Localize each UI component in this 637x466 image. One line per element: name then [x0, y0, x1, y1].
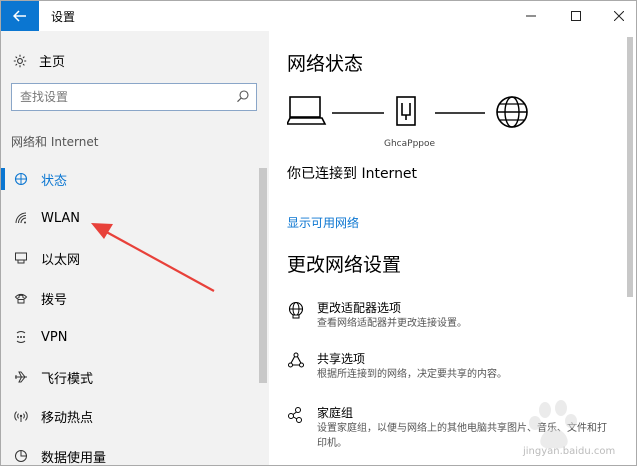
- minimize-icon: [526, 15, 536, 17]
- nav-scrollbar-thumb[interactable]: [259, 168, 267, 383]
- nav-pane: 主页 网络和 Internet 状态 WLAN 以太网 拨号: [1, 31, 269, 466]
- sidebar-item-data-usage[interactable]: 数据使用量: [1, 438, 257, 466]
- window-title: 设置: [51, 10, 76, 24]
- content-scrollbar-thumb[interactable]: [627, 37, 633, 297]
- sidebar-item-label: 状态: [41, 173, 68, 189]
- option-title: 共享选项: [317, 352, 366, 366]
- sidebar-item-label: WLAN: [41, 210, 81, 226]
- search-icon: [237, 90, 249, 103]
- computer-icon: [287, 96, 327, 125]
- show-available-networks-link[interactable]: 显示可用网络: [287, 214, 359, 231]
- sidebar-item-ethernet[interactable]: 以太网: [1, 240, 257, 276]
- connection-status-text: 你已连接到 Internet: [287, 166, 418, 182]
- sidebar-item-label: VPN: [41, 329, 68, 345]
- sidebar-item-label: 以太网: [41, 252, 81, 268]
- sidebar-item-label: 飞行模式: [41, 371, 94, 387]
- gear-icon: [13, 54, 27, 67]
- sidebar-item-airplane[interactable]: 飞行模式: [1, 359, 257, 395]
- wifi-icon: [15, 212, 27, 224]
- adapter-globe-icon: [288, 301, 304, 319]
- airplane-icon: [15, 371, 27, 383]
- device-name-label: GhcaPppoe: [384, 139, 436, 149]
- sidebar-item-label: 拨号: [41, 292, 68, 308]
- network-status-heading: 网络状态: [287, 53, 364, 75]
- sidebar-item-dialup[interactable]: 拨号: [1, 280, 257, 316]
- change-settings-heading: 更改网络设置: [287, 254, 402, 276]
- sidebar-item-label: 数据使用量: [41, 450, 107, 466]
- option-title: 家庭组: [317, 406, 354, 420]
- dialup-icon: [14, 293, 28, 304]
- modem-icon: [396, 96, 416, 126]
- close-icon: [614, 11, 624, 21]
- back-arrow-icon: [13, 10, 26, 22]
- data-usage-icon: [15, 450, 27, 462]
- nav-section-heading: 网络和 Internet: [11, 135, 99, 149]
- home-label: 主页: [39, 55, 66, 70]
- ethernet-icon: [15, 252, 27, 264]
- sharing-icon: [288, 352, 304, 368]
- option-sharing[interactable]: 共享选项 根据所连接到的网络，决定要共享的内容。: [287, 350, 607, 384]
- maximize-button[interactable]: [554, 1, 598, 31]
- option-adapter[interactable]: 更改适配器选项 查看网络适配器并更改连接设置。: [287, 299, 607, 333]
- option-desc: 查看网络适配器并更改连接设置。: [317, 318, 467, 329]
- sidebar-item-vpn[interactable]: VPN: [1, 319, 257, 355]
- globe-status-icon: [14, 172, 28, 186]
- settings-window: 设置 主页 网络和 Internet: [0, 0, 637, 466]
- sidebar-item-status[interactable]: 状态: [1, 161, 257, 197]
- option-title: 更改适配器选项: [317, 301, 402, 315]
- back-button[interactable]: [1, 1, 39, 31]
- minimize-button[interactable]: [509, 1, 553, 31]
- search-box[interactable]: [11, 83, 257, 111]
- hotspot-icon: [14, 411, 28, 422]
- home-nav-item[interactable]: 主页: [13, 51, 65, 70]
- title-bar: 设置: [1, 1, 636, 31]
- vpn-icon: [16, 331, 26, 343]
- sidebar-item-hotspot[interactable]: 移动热点: [1, 398, 257, 434]
- watermark-text: jingyan.baidu.com: [523, 446, 616, 457]
- search-input[interactable]: [12, 84, 212, 110]
- maximize-icon: [571, 11, 581, 21]
- internet-globe-icon: [496, 96, 528, 128]
- close-button[interactable]: [597, 1, 636, 31]
- option-desc: 根据所连接到的网络，决定要共享的内容。: [317, 369, 507, 380]
- sidebar-item-wlan[interactable]: WLAN: [1, 200, 257, 236]
- sidebar-item-label: 移动热点: [41, 410, 94, 426]
- homegroup-icon: [288, 407, 302, 423]
